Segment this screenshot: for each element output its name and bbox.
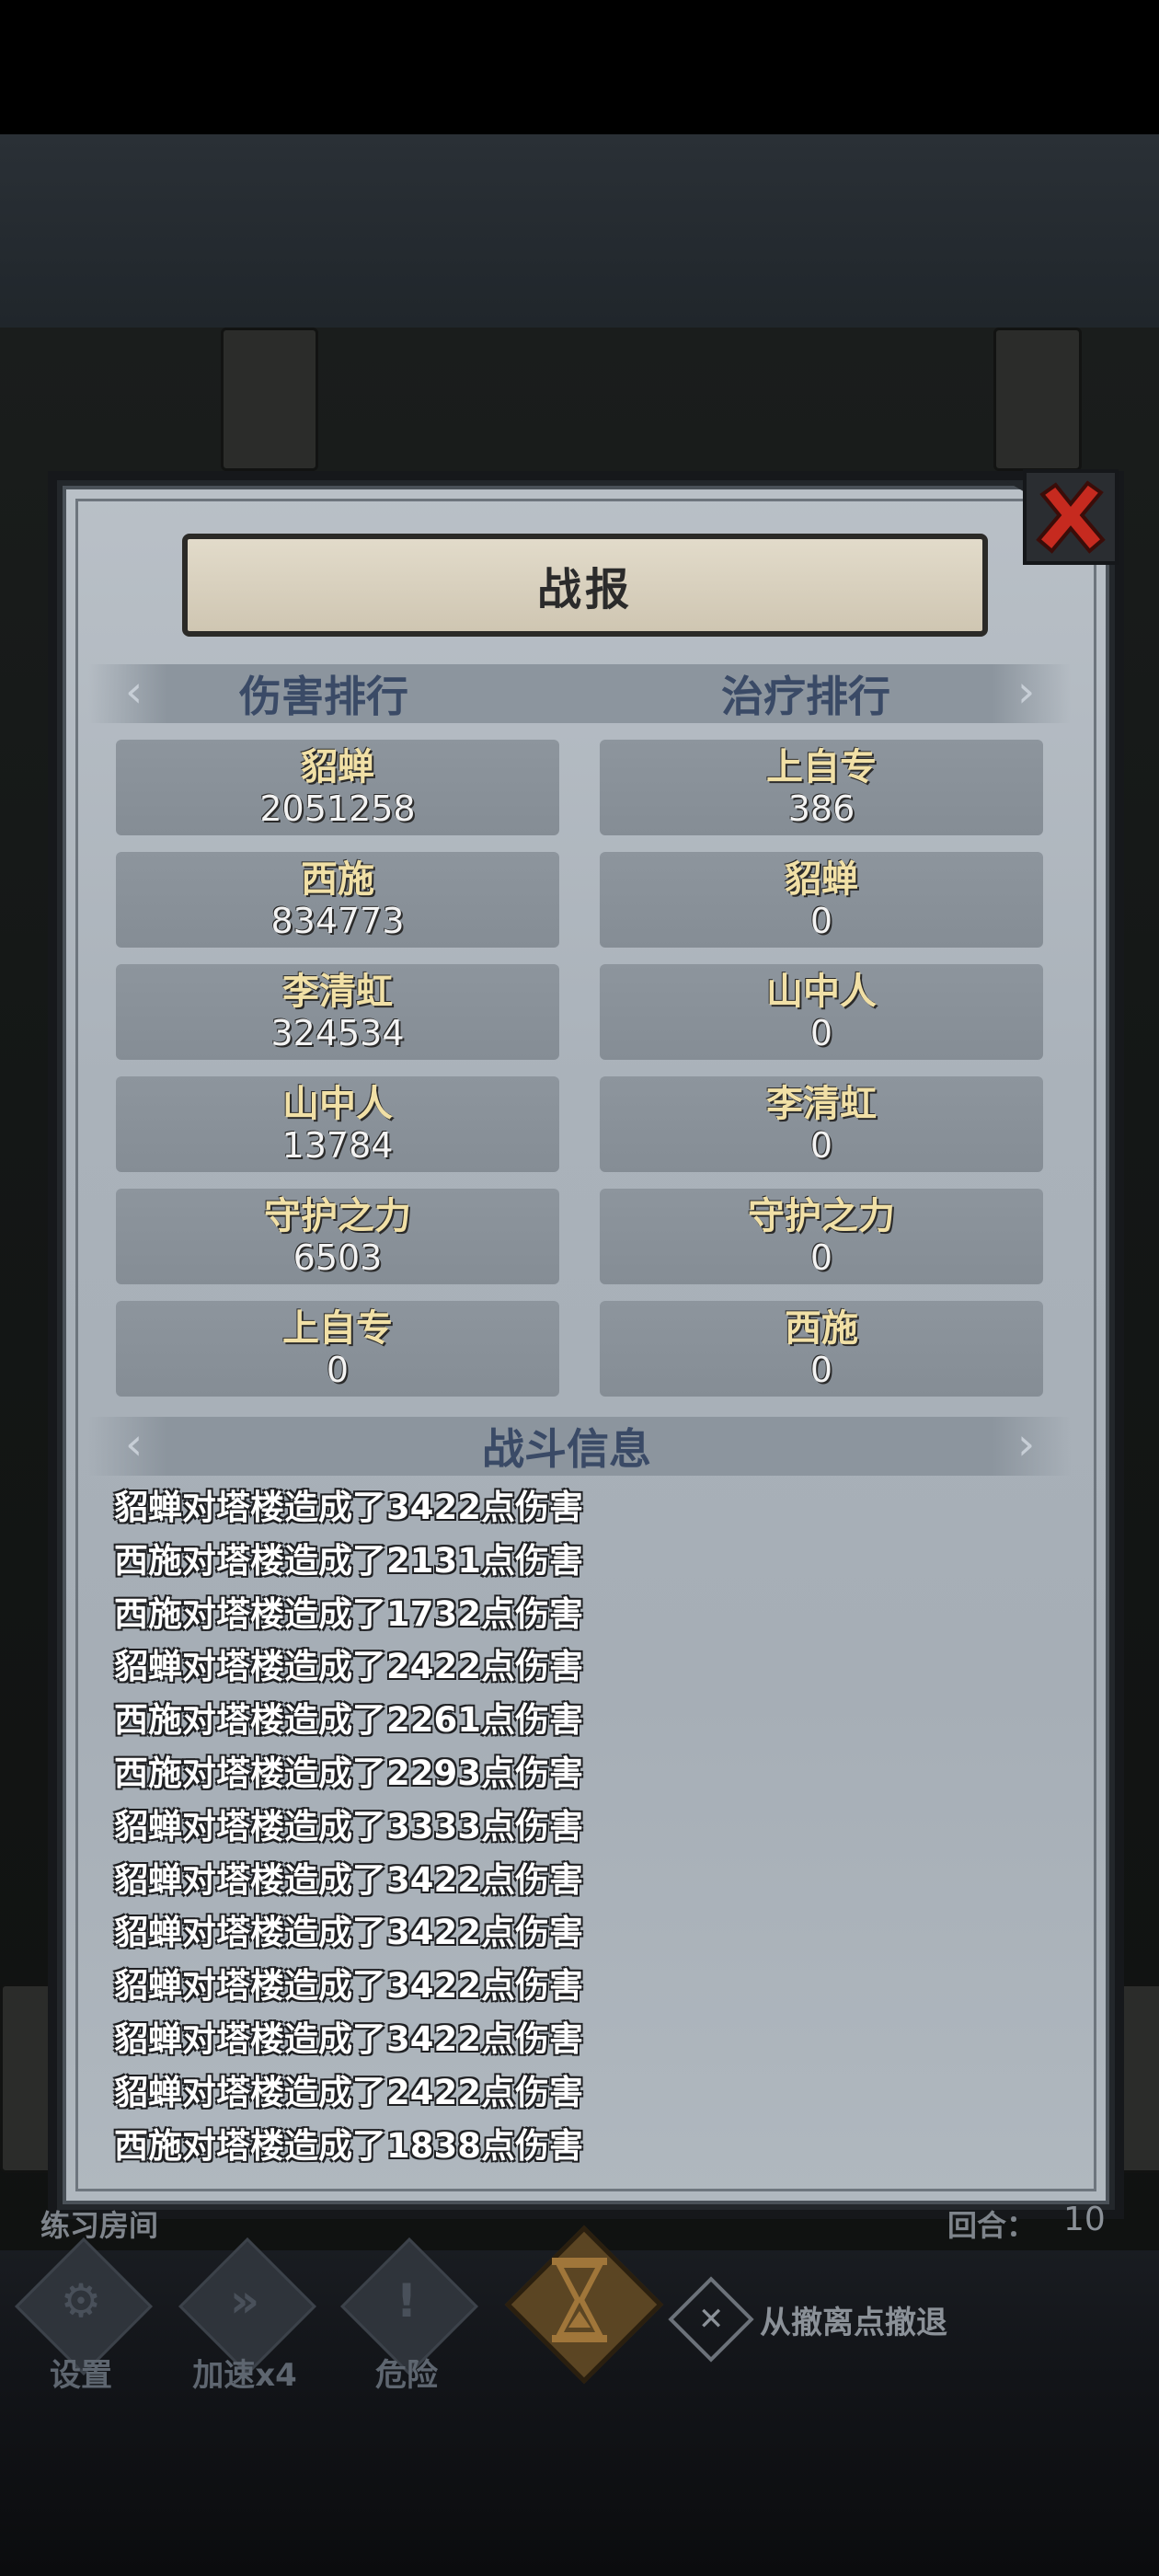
heal-rank-item: 守护之力 0 [600, 1189, 1043, 1284]
rank-value: 0 [809, 1013, 833, 1053]
rank-value: 13784 [281, 1125, 394, 1166]
ranking-header-band: ‹ 伤害排行 治疗排行 › [88, 664, 1071, 723]
log-line: 貂蝉对塔楼造成了2422点伤害 [114, 1647, 583, 1687]
settings-label: 设置 [50, 2357, 112, 2394]
rank-name: 西施 [301, 858, 374, 901]
log-line: 西施对塔楼造成了1732点伤害 [114, 1593, 583, 1634]
right-chevron-icon: › [1017, 1419, 1036, 1470]
gear-icon: ⚙ [60, 2274, 102, 2328]
close-x-icon [1036, 480, 1106, 554]
rank-name: 守护之力 [748, 1195, 895, 1237]
exclamation-icon: ! [396, 2274, 418, 2328]
log-line: 貂蝉对塔楼造成了2422点伤害 [114, 2072, 583, 2112]
top-black-bar [0, 0, 1159, 134]
log-line: 貂蝉对塔楼造成了3422点伤害 [114, 1913, 583, 1953]
heal-rank-item: 李清虹 0 [600, 1076, 1043, 1172]
rank-name: 李清虹 [766, 1083, 877, 1125]
damage-ranking-header: 伤害排行 [239, 672, 408, 721]
rank-name: 西施 [785, 1307, 858, 1350]
rank-name: 上自专 [282, 1307, 393, 1350]
log-line: 西施对塔楼造成了2293点伤害 [114, 1753, 583, 1793]
heal-rank-item: 西施 0 [600, 1301, 1043, 1397]
damage-rank-item: 西施 834773 [116, 852, 559, 948]
heal-rank-item: 貂蝉 0 [600, 852, 1043, 948]
rank-name: 守护之力 [264, 1195, 411, 1237]
round-value: 10 [1063, 2201, 1106, 2238]
hourglass-button[interactable] [504, 2225, 664, 2385]
damage-rank-item: 山中人 13784 [116, 1076, 559, 1172]
damage-rank-item: 守护之力 6503 [116, 1189, 559, 1284]
danger-label: 危险 [375, 2357, 438, 2394]
rank-value: 0 [809, 1125, 833, 1166]
log-line: 西施对塔楼造成了2261点伤害 [114, 1700, 583, 1741]
log-line: 貂蝉对塔楼造成了3422点伤害 [114, 1966, 583, 2007]
log-line: 西施对塔楼造成了2131点伤害 [114, 1540, 583, 1581]
room-name: 练习房间 [40, 2208, 159, 2243]
dialog-title: 战报 [182, 534, 988, 637]
heal-ranking-header: 治疗排行 [721, 672, 890, 721]
left-chevron-icon: ‹ [125, 1419, 143, 1470]
rank-name: 山中人 [766, 971, 877, 1013]
log-line: 貂蝉对塔楼造成了3422点伤害 [114, 2018, 583, 2059]
speed-button[interactable]: » 加速x4 [178, 2237, 316, 2394]
fast-forward-icon: » [229, 2274, 260, 2328]
damage-rank-item: 上自专 0 [116, 1301, 559, 1397]
settings-button[interactable]: ⚙ 设置 [15, 2237, 153, 2394]
rank-value: 0 [809, 901, 833, 941]
rank-value: 324534 [270, 1013, 405, 1053]
crossed-tools-icon: ✕ [668, 2276, 754, 2363]
rank-name: 貂蝉 [785, 858, 858, 901]
log-line: 西施对塔楼造成了1838点伤害 [114, 2125, 583, 2166]
rank-value: 0 [809, 1350, 833, 1390]
battle-info-header: 战斗信息 [482, 1424, 651, 1474]
damage-rank-item: 李清虹 324534 [116, 964, 559, 1060]
log-line: 貂蝉对塔楼造成了3333点伤害 [114, 1806, 583, 1846]
left-chevron-icon: ‹ [125, 666, 143, 718]
rank-value: 834773 [270, 901, 405, 941]
heal-rank-item: 山中人 0 [600, 964, 1043, 1060]
rank-value: 0 [326, 1350, 350, 1390]
rank-value: 386 [787, 788, 855, 829]
log-line: 貂蝉对塔楼造成了3422点伤害 [114, 1859, 583, 1900]
rank-name: 貂蝉 [301, 746, 374, 788]
round-label: 回合： [947, 2208, 1037, 2243]
damage-rank-item: 貂蝉 2051258 [116, 740, 559, 835]
heal-rank-item: 上自专 386 [600, 740, 1043, 835]
rank-value: 2051258 [259, 788, 416, 829]
hourglass-icon [552, 2258, 607, 2342]
background-band [0, 134, 1159, 328]
retreat-label: 从撤离点撤退 [760, 2304, 947, 2341]
rank-name: 上自专 [766, 746, 877, 788]
rank-value: 0 [809, 1237, 833, 1278]
battle-info-header-band: ‹ 战斗信息 › [88, 1417, 1071, 1476]
retreat-button[interactable]: ✕ 从撤离点撤退 [668, 2276, 947, 2363]
rank-name: 山中人 [282, 1083, 393, 1125]
close-button[interactable] [1023, 469, 1119, 565]
rank-name: 李清虹 [282, 971, 393, 1013]
battle-log-list[interactable]: 貂蝉对塔楼造成了3422点伤害 西施对塔楼造成了2131点伤害 西施对塔楼造成了… [114, 1481, 758, 2172]
speed-label: 加速x4 [192, 2357, 297, 2394]
rank-value: 6503 [293, 1237, 383, 1278]
danger-button[interactable]: ! 危险 [340, 2237, 478, 2394]
right-chevron-icon: › [1017, 666, 1036, 718]
log-line: 貂蝉对塔楼造成了3422点伤害 [114, 1488, 583, 1527]
